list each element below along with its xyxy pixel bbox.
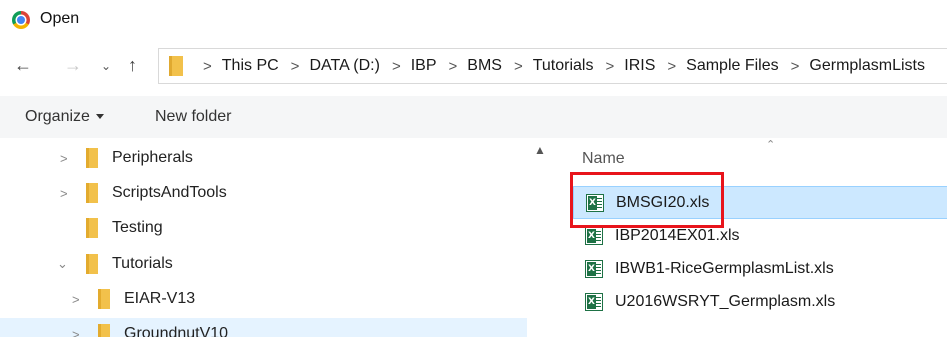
back-arrow-icon[interactable]: ← (14, 56, 32, 74)
breadcrumb-germplasm-lists[interactable]: > GermplasmLists (779, 57, 925, 75)
organize-button[interactable]: Organize (25, 108, 104, 126)
chrome-icon (12, 11, 30, 29)
chevron-right-icon[interactable]: > (72, 327, 80, 337)
folder-icon (86, 148, 98, 168)
tree-item-testing[interactable]: Testing (0, 212, 527, 244)
folder-icon (86, 218, 98, 238)
breadcrumb-iris[interactable]: > IRIS (593, 57, 655, 75)
chevron-right-icon[interactable]: > (667, 58, 676, 75)
breadcrumb-this-pc[interactable]: > This PC (191, 57, 279, 75)
file-row[interactable]: U2016WSRYT_Germplasm.xls (573, 285, 947, 318)
excel-file-icon (585, 259, 603, 278)
navigation-row: ← → ⌄ ↑ > This PC > DATA (D:) > IBP > BMS > T… (0, 44, 947, 88)
chevron-right-icon[interactable]: > (605, 58, 614, 75)
file-list: ⌃ Name BMSGI20.xls IBP2014EX01.xls IBWB1… (553, 138, 947, 337)
tree-item-label[interactable]: EIAR-V13 (124, 290, 195, 308)
tree-item-label[interactable]: Peripherals (112, 149, 193, 167)
recent-locations-chevron-icon[interactable]: ⌄ (101, 57, 111, 75)
tree-item-label[interactable]: ScriptsAndTools (112, 184, 227, 202)
title-bar: Open (0, 0, 947, 40)
up-arrow-icon[interactable]: ↑ (128, 56, 137, 74)
chevron-right-icon[interactable]: > (60, 151, 68, 166)
tree-item-label[interactable]: Tutorials (112, 255, 173, 273)
chevron-right-icon[interactable]: > (449, 58, 458, 75)
tree-item-groundnutv10[interactable]: > GroundnutV10 (0, 318, 527, 337)
chevron-right-icon[interactable]: > (291, 58, 300, 75)
chevron-right-icon[interactable]: > (514, 58, 523, 75)
excel-file-icon (585, 226, 603, 245)
tree-item-label[interactable]: GroundnutV10 (124, 325, 228, 337)
chevron-right-icon[interactable]: > (791, 58, 800, 75)
file-name[interactable]: U2016WSRYT_Germplasm.xls (615, 293, 835, 311)
new-folder-button[interactable]: New folder (155, 108, 231, 126)
column-header-name[interactable]: Name (582, 150, 625, 168)
caret-down-icon[interactable] (95, 114, 104, 120)
tree-item-eiar-v13[interactable]: > EIAR-V13 (0, 283, 527, 315)
chevron-right-icon[interactable]: > (392, 58, 401, 75)
tree-item-scriptsandtools[interactable]: > ScriptsAndTools (0, 177, 527, 209)
chevron-right-icon[interactable]: > (72, 292, 80, 307)
chevron-right-icon[interactable]: > (203, 58, 212, 75)
window-title: Open (40, 10, 80, 27)
tree-item-peripherals[interactable]: > Peripherals (0, 142, 527, 174)
tree-item-label[interactable]: Testing (112, 219, 163, 237)
folder-icon (86, 254, 98, 274)
folder-icon (98, 289, 110, 309)
tree-item-tutorials[interactable]: ⌄ Tutorials (0, 248, 527, 280)
breadcrumb-data-drive[interactable]: > DATA (D:) (279, 57, 380, 75)
folder-icon (86, 183, 98, 203)
folder-icon (169, 56, 183, 76)
folder-icon (98, 324, 110, 337)
chevron-down-icon[interactable]: ⌄ (57, 256, 68, 272)
annotation-highlight-box (570, 172, 724, 228)
navigation-pane: > Peripherals > ScriptsAndTools Testing … (0, 138, 527, 337)
file-row[interactable]: IBWB1-RiceGermplasmList.xls (573, 252, 947, 285)
file-name[interactable]: IBWB1-RiceGermplasmList.xls (615, 260, 834, 278)
sort-ascending-icon: ⌃ (766, 139, 776, 151)
command-toolbar: Organize New folder (0, 96, 947, 138)
scroll-up-arrow-icon[interactable]: ▲ (534, 143, 546, 157)
breadcrumb-ibp[interactable]: > IBP (380, 57, 437, 75)
forward-arrow-icon[interactable]: → (64, 56, 82, 74)
breadcrumb-tutorials[interactable]: > Tutorials (502, 57, 594, 75)
address-bar[interactable]: > This PC > DATA (D:) > IBP > BMS > Tutorials… (158, 48, 947, 84)
breadcrumb-sample-files[interactable]: > Sample Files (655, 57, 778, 75)
excel-file-icon (585, 292, 603, 311)
file-name[interactable]: IBP2014EX01.xls (615, 227, 740, 245)
breadcrumb-bms[interactable]: > BMS (437, 57, 502, 75)
chevron-right-icon[interactable]: > (60, 186, 68, 201)
